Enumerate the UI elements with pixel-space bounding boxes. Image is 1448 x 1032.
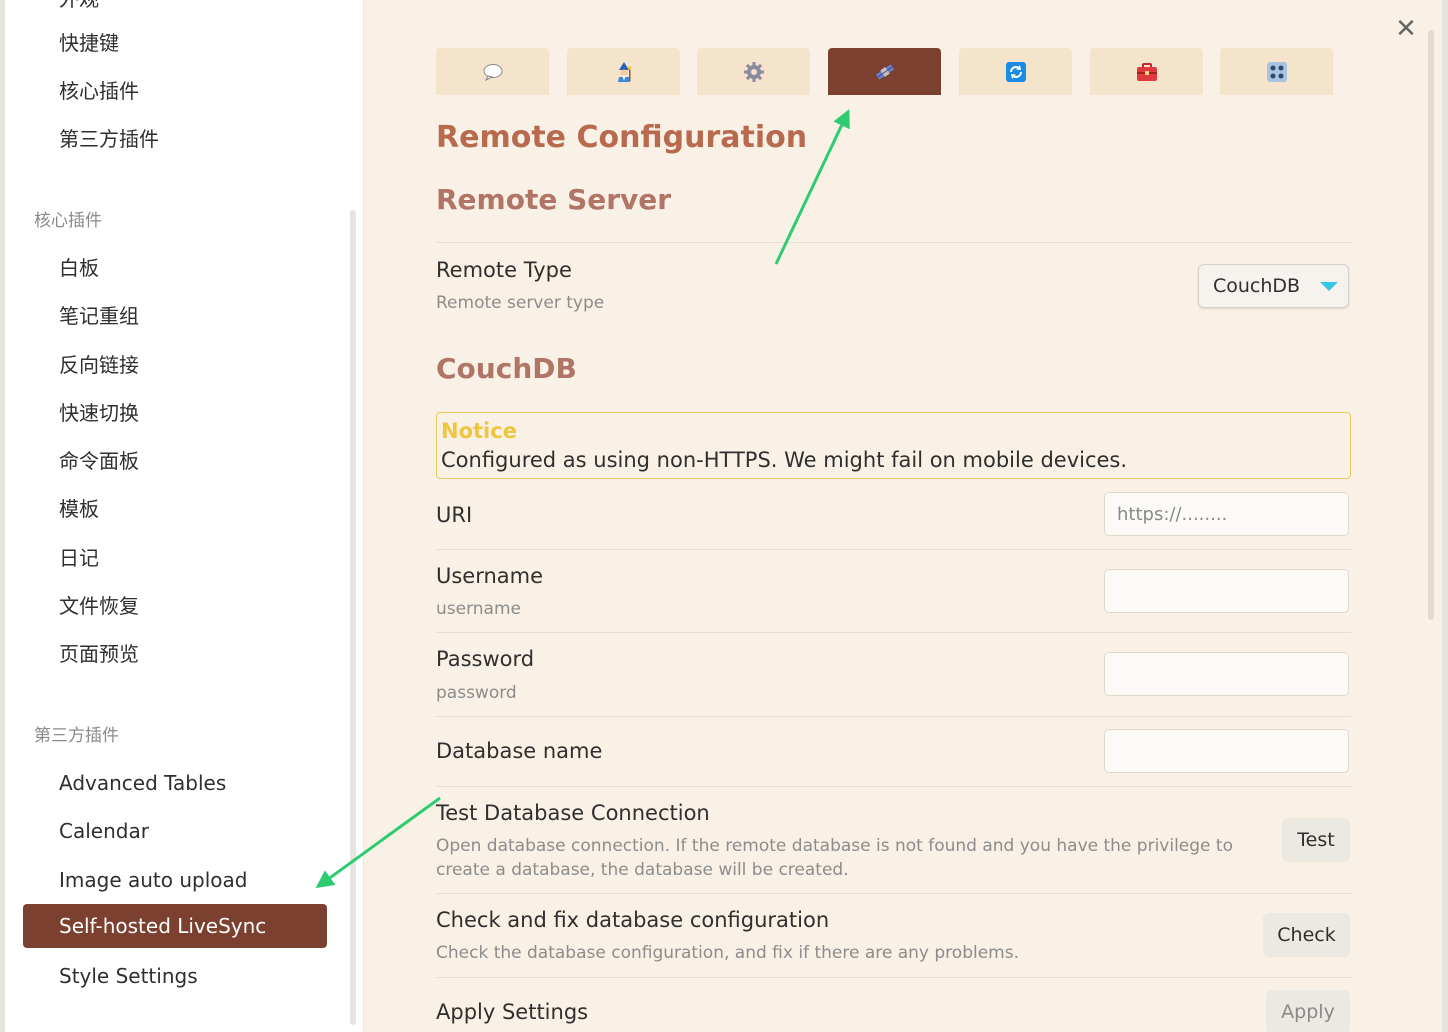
content-scrollbar[interactable] [1428, 30, 1434, 620]
section-heading-remote-server: Remote Server [436, 183, 672, 216]
sidebar-item-label: Self-hosted LiveSync [59, 914, 267, 938]
uri-input[interactable] [1104, 492, 1349, 536]
sidebar-item-templates[interactable]: 模板 [59, 496, 99, 522]
tab-hatch[interactable] [1090, 48, 1203, 95]
divider [436, 242, 1351, 243]
sidebar-item-backlinks[interactable]: 反向链接 [59, 352, 139, 378]
settings-modal: 外观 快捷键 核心插件 第三方插件 核心插件 白板 笔记重组 反向链接 快速切换… [5, 0, 1442, 1032]
divider [436, 893, 1351, 894]
control-panel-icon [1266, 61, 1287, 82]
setting-name-test-connection: Test Database Connection [436, 801, 710, 825]
setting-desc-username: username [436, 599, 521, 619]
username-input[interactable] [1104, 569, 1349, 613]
setting-name-uri: URI [436, 503, 473, 527]
test-button[interactable]: Test [1282, 818, 1350, 862]
sidebar-item-calendar[interactable]: Calendar [59, 818, 149, 844]
notice-box: Notice Configured as using non-HTTPS. We… [436, 412, 1351, 479]
sidebar-scrollbar[interactable] [350, 210, 356, 1025]
sync-icon [1005, 61, 1026, 82]
tab-sync[interactable] [959, 48, 1072, 95]
sidebar-item-self-hosted-livesync[interactable]: Self-hosted LiveSync [23, 904, 327, 948]
setting-name-apply: Apply Settings [436, 1000, 589, 1024]
wizard-icon [617, 61, 632, 82]
divider [436, 977, 1351, 978]
sidebar-item-community-plugins[interactable]: 第三方插件 [59, 126, 159, 152]
remote-type-select[interactable]: CouchDB [1198, 264, 1349, 308]
apply-button[interactable]: Apply [1266, 990, 1350, 1032]
sidebar-item-image-auto-upload[interactable]: Image auto upload [59, 867, 247, 893]
password-input[interactable] [1104, 652, 1349, 696]
tab-remote-configuration[interactable] [828, 48, 941, 95]
divider [436, 716, 1351, 717]
sidebar-header-third-party: 第三方插件 [34, 726, 119, 746]
toolbox-icon [1136, 62, 1157, 81]
close-icon[interactable]: ✕ [1393, 16, 1419, 42]
notice-title: Notice [441, 419, 517, 443]
tab-customization-sync[interactable] [1220, 48, 1333, 95]
tab-wizard[interactable] [567, 48, 680, 95]
sidebar-item-daily-notes[interactable]: 日记 [59, 545, 99, 571]
gear-icon [743, 61, 764, 82]
sidebar-item-command-palette[interactable]: 命令面板 [59, 448, 139, 474]
database-name-input[interactable] [1104, 729, 1349, 773]
setting-desc-remote-type: Remote server type [436, 293, 605, 313]
sidebar-item-core-plugins[interactable]: 核心插件 [59, 78, 139, 104]
sidebar-item-file-recovery[interactable]: 文件恢复 [59, 593, 139, 619]
setting-name-password: Password [436, 647, 535, 671]
sidebar-item-canvas[interactable]: 白板 [59, 255, 99, 281]
tab-general[interactable] [697, 48, 810, 95]
satellite-icon [875, 63, 894, 80]
setting-desc-check-config: Check the database configuration, and fi… [436, 943, 1019, 963]
divider [436, 549, 1351, 550]
setting-name-username: Username [436, 564, 544, 588]
chevron-down-icon [1320, 282, 1338, 291]
divider [436, 786, 1351, 787]
setting-name-check-config: Check and fix database configuration [436, 908, 830, 932]
divider [436, 632, 1351, 633]
setting-desc-password: password [436, 683, 517, 703]
setting-desc-test-connection: Open database connection. If the remote … [436, 836, 1233, 880]
page-title: Remote Configuration [436, 120, 808, 155]
sidebar-item-page-preview[interactable]: 页面预览 [59, 641, 139, 667]
sidebar-item-advanced-tables[interactable]: Advanced Tables [59, 770, 226, 796]
check-button[interactable]: Check [1263, 913, 1350, 957]
setting-name-remote-type: Remote Type [436, 258, 572, 282]
remote-type-value: CouchDB [1213, 275, 1301, 297]
sidebar-item-hotkeys[interactable]: 快捷键 [59, 30, 119, 56]
sidebar-header-core: 核心插件 [34, 211, 102, 231]
section-heading-couchdb: CouchDB [436, 352, 577, 385]
settings-sidebar: 外观 快捷键 核心插件 第三方插件 核心插件 白板 笔记重组 反向链接 快速切换… [5, 0, 364, 1032]
sidebar-item-quick-switcher[interactable]: 快速切换 [59, 400, 139, 426]
tab-chat[interactable] [436, 48, 549, 95]
chat-bubble-icon [483, 63, 502, 81]
sidebar-item-style-settings[interactable]: Style Settings [59, 963, 198, 989]
notice-message: Configured as using non-HTTPS. We might … [441, 448, 1128, 472]
sidebar-item-note-composer[interactable]: 笔记重组 [59, 303, 139, 329]
setting-name-database: Database name [436, 739, 603, 763]
sidebar-item-appearance[interactable]: 外观 [59, 0, 99, 12]
